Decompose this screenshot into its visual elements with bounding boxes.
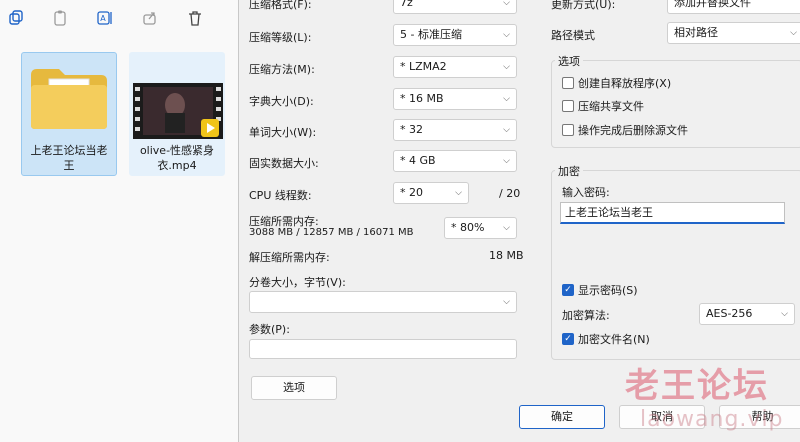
format-select[interactable]: 7z ⌵ xyxy=(393,0,517,14)
video-name: olive-性感紧身衣.mp4 xyxy=(139,144,215,172)
folder-icon xyxy=(31,69,107,129)
volume-select[interactable]: ⌵ xyxy=(249,291,517,313)
chevron-down-icon: ⌵ xyxy=(503,30,510,40)
folder-item[interactable]: 上老王论坛当老王 xyxy=(21,52,117,176)
chevron-down-icon: ⌵ xyxy=(790,28,797,38)
video-thumbnail-icon xyxy=(133,83,223,139)
options-group-title: 选项 xyxy=(555,53,583,69)
file-explorer: A 上老王论坛当老王 olive-性感紧身衣.mp4 xyxy=(0,0,240,442)
checkbox-box xyxy=(562,77,574,89)
password-input[interactable]: 上老王论坛当老王 xyxy=(560,202,785,224)
threads-label: CPU 线程数: xyxy=(249,189,312,202)
show-password-label: 显示密码(S) xyxy=(578,284,638,297)
encryption-group-title: 加密 xyxy=(555,163,583,179)
solid-label: 固实数据大小: xyxy=(249,157,319,170)
method-label: 压缩方法(M): xyxy=(249,63,315,76)
chevron-down-icon: ⌵ xyxy=(455,188,462,198)
dict-select[interactable]: * 16 MB ⌵ xyxy=(393,88,517,110)
threads-max: / 20 xyxy=(499,187,521,200)
chevron-down-icon: ⌵ xyxy=(781,309,788,319)
chevron-down-icon: ⌵ xyxy=(503,62,510,72)
solid-select[interactable]: * 4 GB ⌵ xyxy=(393,150,517,172)
folder-name: 上老王论坛当老王 xyxy=(30,144,108,172)
word-label: 单词大小(W): xyxy=(249,126,317,139)
memory-detail: 3088 MB / 12857 MB / 16071 MB xyxy=(249,227,414,238)
update-mode-select[interactable]: 添加并替换文件 xyxy=(667,0,800,14)
chevron-down-icon: ⌵ xyxy=(503,297,510,307)
chevron-down-icon: ⌵ xyxy=(503,0,510,8)
chevron-down-icon: ⌵ xyxy=(503,223,510,233)
encryption-method-select[interactable]: AES-256 ⌵ xyxy=(699,303,795,325)
check-icon: ✓ xyxy=(562,333,574,345)
share-icon[interactable] xyxy=(139,7,161,29)
watermark-url: laowang.vip xyxy=(640,407,784,432)
level-label: 压缩等级(L): xyxy=(249,31,312,44)
chevron-down-icon: ⌵ xyxy=(503,125,510,135)
check-icon: ✓ xyxy=(562,284,574,296)
memory-percent-select[interactable]: * 80% ⌵ xyxy=(444,217,517,239)
delete-after-checkbox-label: 操作完成后删除源文件 xyxy=(578,124,688,137)
rename-icon[interactable]: A xyxy=(94,7,116,29)
params-label: 参数(P): xyxy=(249,323,290,336)
encrypt-names-checkbox[interactable]: ✓ 加密文件名(N) xyxy=(562,331,650,347)
ok-button[interactable]: 确定 xyxy=(519,405,605,429)
delete-icon[interactable] xyxy=(184,7,206,29)
word-select[interactable]: * 32 ⌵ xyxy=(393,119,517,141)
chevron-down-icon: ⌵ xyxy=(503,94,510,104)
update-mode-label: 更新方式(U): xyxy=(551,0,616,11)
watermark-logo: 老王论坛 xyxy=(625,366,769,406)
shared-files-checkbox-label: 压缩共享文件 xyxy=(578,100,644,113)
explorer-toolbar: A xyxy=(0,0,240,36)
encryption-method-label: 加密算法: xyxy=(562,309,610,322)
paste-icon[interactable] xyxy=(50,7,72,29)
encrypt-names-label: 加密文件名(N) xyxy=(578,333,650,346)
dict-label: 字典大小(D): xyxy=(249,95,314,108)
delete-after-checkbox[interactable]: 操作完成后删除源文件 xyxy=(562,122,688,138)
path-mode-label: 路径模式 xyxy=(551,29,595,42)
checkbox-box xyxy=(562,124,574,136)
video-item[interactable]: olive-性感紧身衣.mp4 xyxy=(129,52,225,176)
svg-text:A: A xyxy=(100,14,106,23)
copy-icon[interactable] xyxy=(5,7,27,29)
checkbox-box xyxy=(562,100,574,112)
options-button[interactable]: 选项 xyxy=(251,376,337,400)
show-password-checkbox[interactable]: ✓ 显示密码(S) xyxy=(562,282,638,298)
shared-files-checkbox[interactable]: 压缩共享文件 xyxy=(562,98,644,114)
volume-label: 分卷大小，字节(V): xyxy=(249,276,346,289)
password-label: 输入密码: xyxy=(562,186,610,199)
method-select[interactable]: * LZMA2 ⌵ xyxy=(393,56,517,78)
format-label: 压缩格式(F): xyxy=(249,0,312,11)
threads-select[interactable]: * 20 ⌵ xyxy=(393,182,469,204)
sfx-checkbox-label: 创建自释放程序(X) xyxy=(578,77,672,90)
chevron-down-icon: ⌵ xyxy=(503,156,510,166)
params-input[interactable] xyxy=(249,339,517,359)
path-mode-select[interactable]: 相对路径 ⌵ xyxy=(667,22,800,44)
sfx-checkbox[interactable]: 创建自释放程序(X) xyxy=(562,75,671,91)
level-select[interactable]: 5 - 标准压缩 ⌵ xyxy=(393,24,517,46)
decompress-memory-label: 解压缩所需内存: xyxy=(249,251,330,264)
decompress-memory-value: 18 MB xyxy=(489,249,524,262)
